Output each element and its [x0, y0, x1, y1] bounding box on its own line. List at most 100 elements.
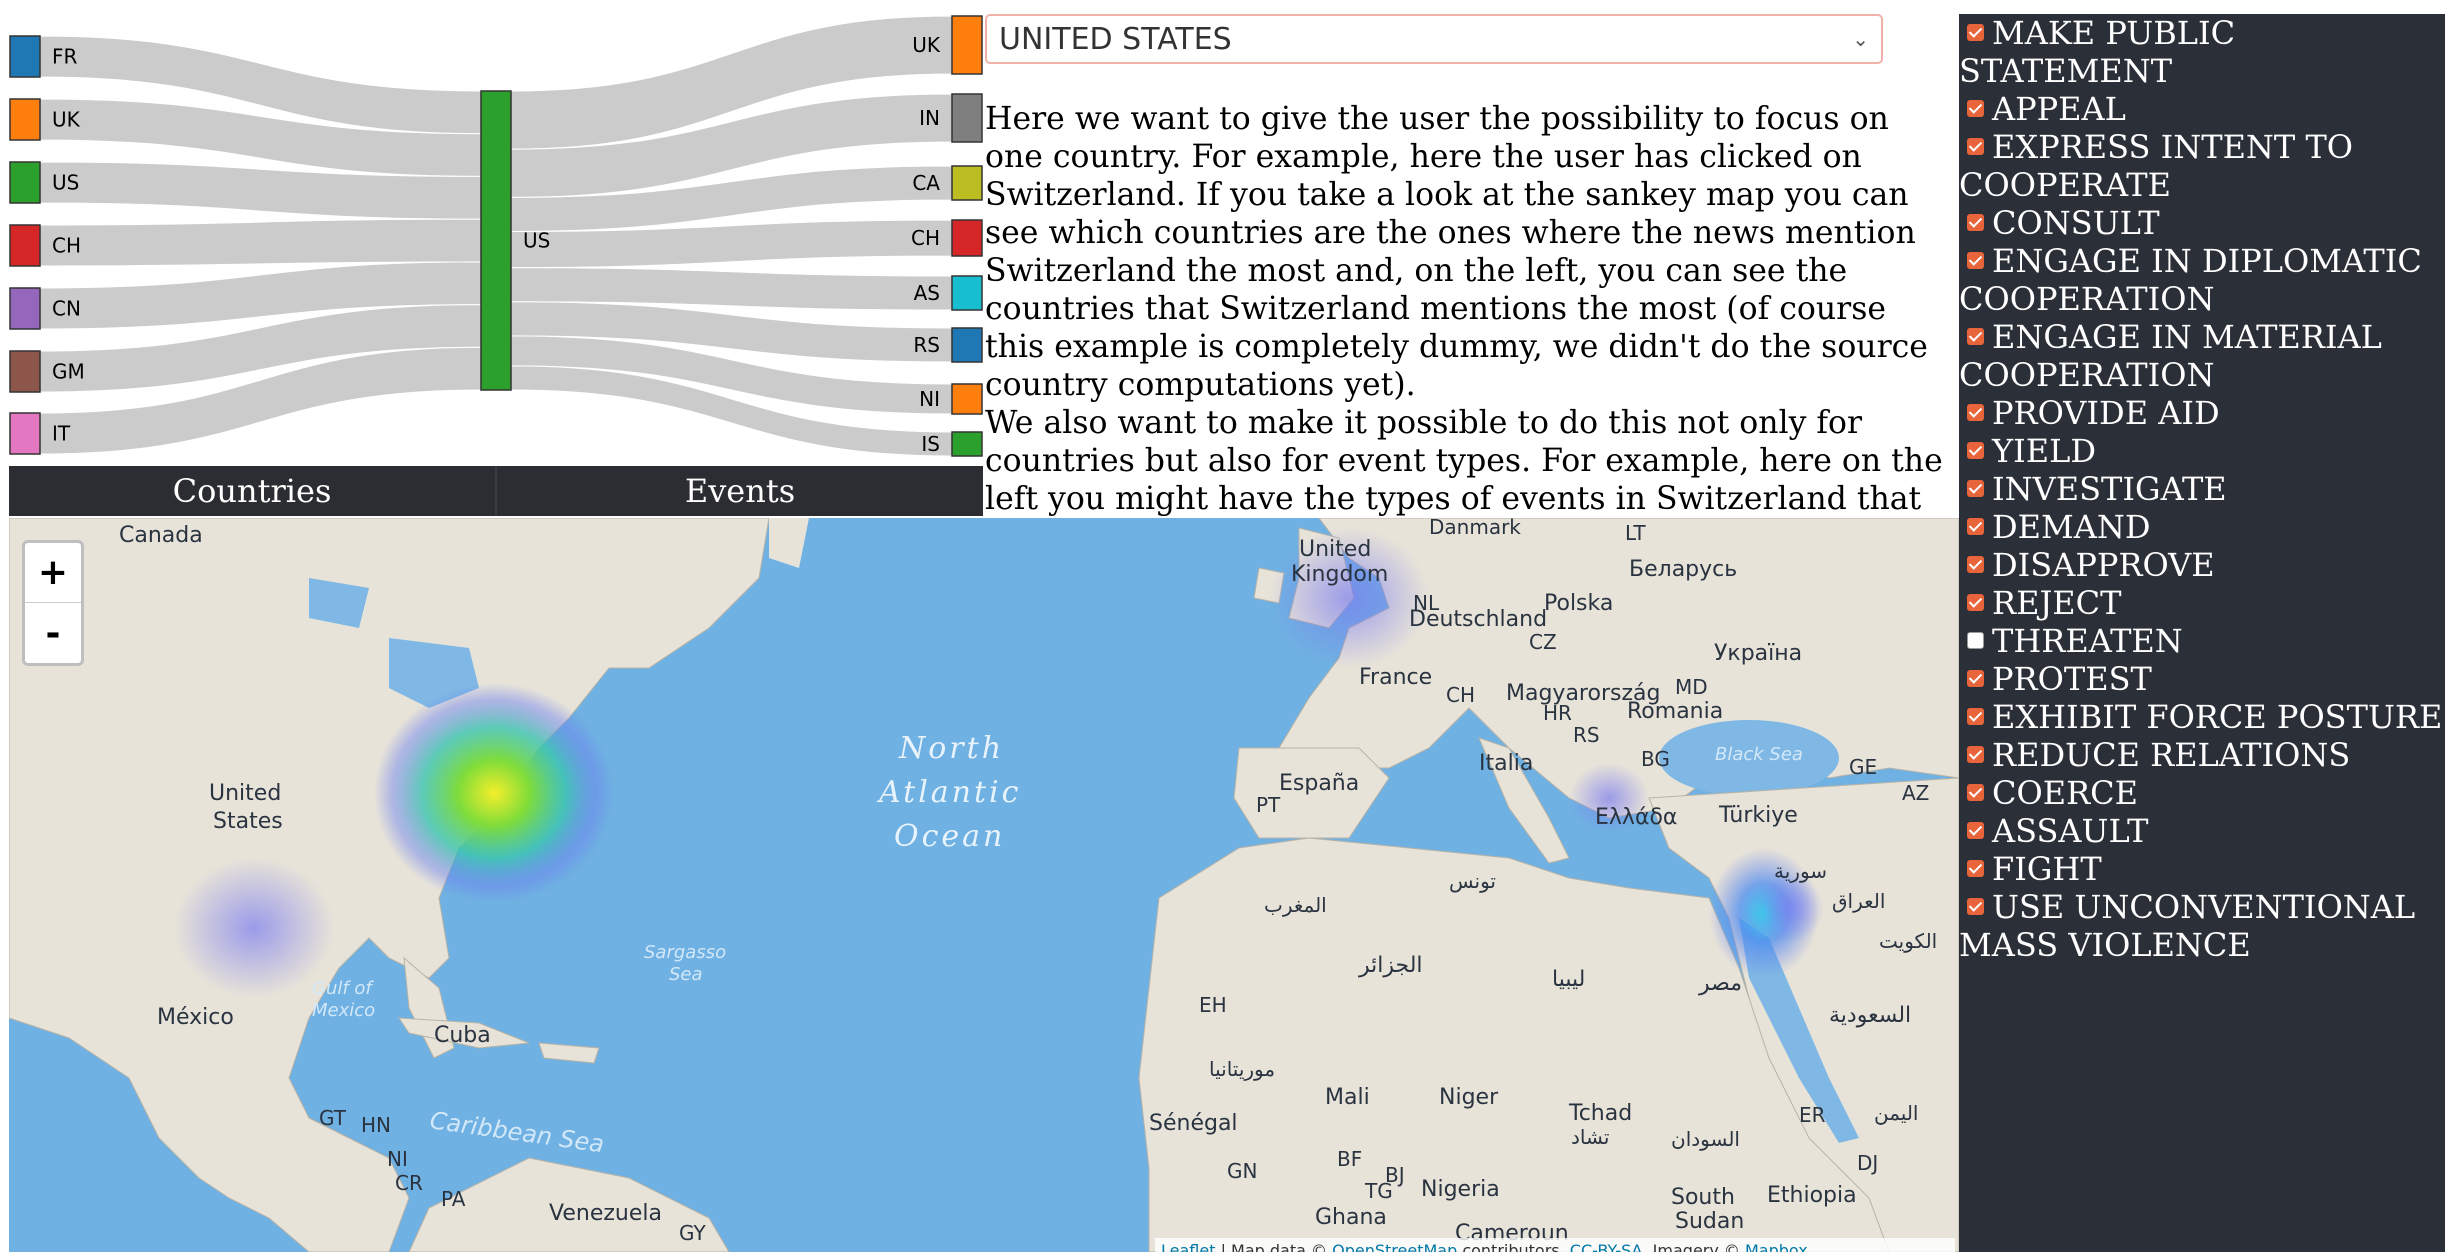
sankey-source-node-it[interactable]	[9, 412, 41, 455]
map-label-nigeria: Nigeria	[1421, 1177, 1500, 1202]
map-label-romania: Romania	[1627, 699, 1723, 724]
event-type-label: REDUCE RELATIONS	[1992, 736, 2351, 774]
event-type-label: DISAPPROVE	[1992, 546, 2215, 584]
checkbox-checked-icon[interactable]	[1967, 214, 1984, 231]
event-type-item[interactable]: COERCE	[1959, 774, 2445, 812]
zoom-out-button[interactable]: -	[25, 603, 81, 663]
land-north-america	[9, 518, 770, 1252]
sankey-target-node-ca[interactable]	[951, 165, 983, 201]
checkbox-checked-icon[interactable]	[1967, 898, 1984, 915]
event-type-item[interactable]: EXHIBIT FORCE POSTURE	[1959, 698, 2445, 736]
sankey-source-node-cn[interactable]	[9, 287, 41, 330]
map-label-rs: RS	[1573, 723, 1600, 747]
sankey-target-node-uk[interactable]	[951, 15, 983, 75]
map-label-egypt: مصر	[1698, 971, 1742, 996]
event-type-item[interactable]: DISAPPROVE	[1959, 546, 2445, 584]
heat-spot-atlantic	[1754, 873, 1824, 943]
event-type-item[interactable]: USE UNCONVENTIONAL MASS VIOLENCE	[1959, 888, 2445, 964]
heatmap-map[interactable]: Canada United States México Cuba Gulf of…	[9, 518, 1959, 1252]
map-tiles: Canada United States México Cuba Gulf of…	[9, 518, 1959, 1252]
event-type-label: THREATEN	[1992, 622, 2183, 660]
map-label-italia: Italia	[1479, 751, 1533, 776]
description-paragraph-2: We also want to make it possible to do t…	[985, 405, 1943, 517]
map-label-iraq: العراق	[1832, 889, 1885, 913]
checkbox-checked-icon[interactable]	[1967, 670, 1984, 687]
sankey-target-node-in[interactable]	[951, 93, 983, 143]
checkbox-checked-icon[interactable]	[1967, 822, 1984, 839]
map-label-cz: CZ	[1529, 630, 1557, 654]
mapbox-link[interactable]: Mapbox	[1745, 1241, 1808, 1252]
map-label-mexico: México	[157, 1005, 234, 1030]
checkbox-checked-icon[interactable]	[1967, 746, 1984, 763]
map-label-bf: BF	[1337, 1147, 1362, 1171]
sankey-center-node[interactable]	[480, 90, 512, 391]
osm-link[interactable]: OpenStreetMap	[1332, 1241, 1457, 1252]
sankey-target-label: IS	[921, 432, 940, 456]
ccbysa-link[interactable]: CC-BY-SA	[1570, 1241, 1643, 1252]
checkbox-checked-icon[interactable]	[1967, 594, 1984, 611]
event-type-item[interactable]: PROVIDE AID	[1959, 394, 2445, 432]
checkbox-checked-icon[interactable]	[1967, 442, 1984, 459]
checkbox-checked-icon[interactable]	[1967, 100, 1984, 117]
sankey-target-node-as[interactable]	[951, 275, 983, 311]
checkbox-checked-icon[interactable]	[1967, 480, 1984, 497]
event-type-item[interactable]: MAKE PUBLIC STATEMENT	[1959, 14, 2445, 90]
sankey-target-node-is[interactable]	[951, 431, 983, 457]
sankey-target-node-ch[interactable]	[951, 219, 983, 257]
event-type-item[interactable]: ASSAULT	[1959, 812, 2445, 850]
event-type-item[interactable]: DEMAND	[1959, 508, 2445, 546]
map-label-gt: GT	[319, 1106, 347, 1130]
event-type-item[interactable]: ENGAGE IN MATERIAL COOPERATION	[1959, 318, 2445, 394]
sankey-target-node-ni[interactable]	[951, 383, 983, 415]
checkbox-checked-icon[interactable]	[1967, 518, 1984, 535]
event-type-item[interactable]: REJECT	[1959, 584, 2445, 622]
leaflet-link[interactable]: Leaflet	[1161, 1241, 1215, 1252]
event-type-item[interactable]: ENGAGE IN DIPLOMATIC COOPERATION	[1959, 242, 2445, 318]
checkbox-checked-icon[interactable]	[1967, 24, 1984, 41]
sankey-source-node-fr[interactable]	[9, 35, 41, 78]
event-type-panel: MAKE PUBLIC STATEMENT APPEAL EXPRESS INTEN…	[1959, 14, 2445, 1252]
checkbox-checked-icon[interactable]	[1967, 404, 1984, 421]
zoom-in-button[interactable]: +	[25, 543, 81, 603]
checkbox-checked-icon[interactable]	[1967, 784, 1984, 801]
sankey-target-label: IN	[919, 106, 940, 130]
sankey-source-node-gm[interactable]	[9, 350, 41, 393]
checkbox-checked-icon[interactable]	[1967, 708, 1984, 725]
map-label-gulf-1: Gulf of	[312, 978, 374, 999]
event-type-label: INVESTIGATE	[1992, 470, 2227, 508]
map-label-caribbean: Caribbean Sea	[428, 1106, 606, 1158]
sankey-source-node-uk[interactable]	[9, 98, 41, 141]
checkbox-checked-icon[interactable]	[1967, 860, 1984, 877]
checkbox-checked-icon[interactable]	[1967, 556, 1984, 573]
event-type-item[interactable]: YIELD	[1959, 432, 2445, 470]
tab-countries[interactable]: Countries	[9, 466, 497, 516]
sankey-source-label: CH	[52, 234, 81, 258]
event-type-item[interactable]: REDUCE RELATIONS	[1959, 736, 2445, 774]
event-type-label: DEMAND	[1992, 508, 2151, 546]
sankey-source-node-ch[interactable]	[9, 224, 41, 267]
map-label-states: States	[213, 809, 283, 834]
country-select[interactable]: UNITED STATES ⌄	[985, 14, 1883, 64]
description-text: Here we want to give the user the possib…	[985, 100, 1955, 518]
event-type-item[interactable]: FIGHT	[1959, 850, 2445, 888]
checkbox-checked-icon[interactable]	[1967, 328, 1984, 345]
sankey-source-node-us[interactable]	[9, 161, 41, 204]
event-type-item[interactable]: THREATEN	[1959, 622, 2445, 660]
land-greenland-edge	[769, 518, 809, 568]
map-label-bg: BG	[1641, 747, 1670, 771]
map-attribution: Leaflet | Map data © OpenStreetMap contr…	[1155, 1238, 1955, 1252]
event-type-item[interactable]: APPEAL	[1959, 90, 2445, 128]
checkbox-unchecked-icon[interactable]	[1967, 632, 1984, 649]
description-paragraph-1: Here we want to give the user the possib…	[985, 101, 1928, 403]
map-label-sargasso-2: Sea	[669, 964, 703, 985]
tab-events[interactable]: Events	[497, 466, 983, 516]
event-type-item[interactable]: EXPRESS INTENT TO COOPERATE	[1959, 128, 2445, 204]
event-type-item[interactable]: INVESTIGATE	[1959, 470, 2445, 508]
checkbox-checked-icon[interactable]	[1967, 138, 1984, 155]
sankey-source-label: IT	[52, 422, 71, 446]
checkbox-checked-icon[interactable]	[1967, 252, 1984, 269]
event-type-item[interactable]: CONSULT	[1959, 204, 2445, 242]
sankey-target-node-rs[interactable]	[951, 327, 983, 363]
map-label-hr: HR	[1543, 701, 1572, 725]
event-type-item[interactable]: PROTEST	[1959, 660, 2445, 698]
